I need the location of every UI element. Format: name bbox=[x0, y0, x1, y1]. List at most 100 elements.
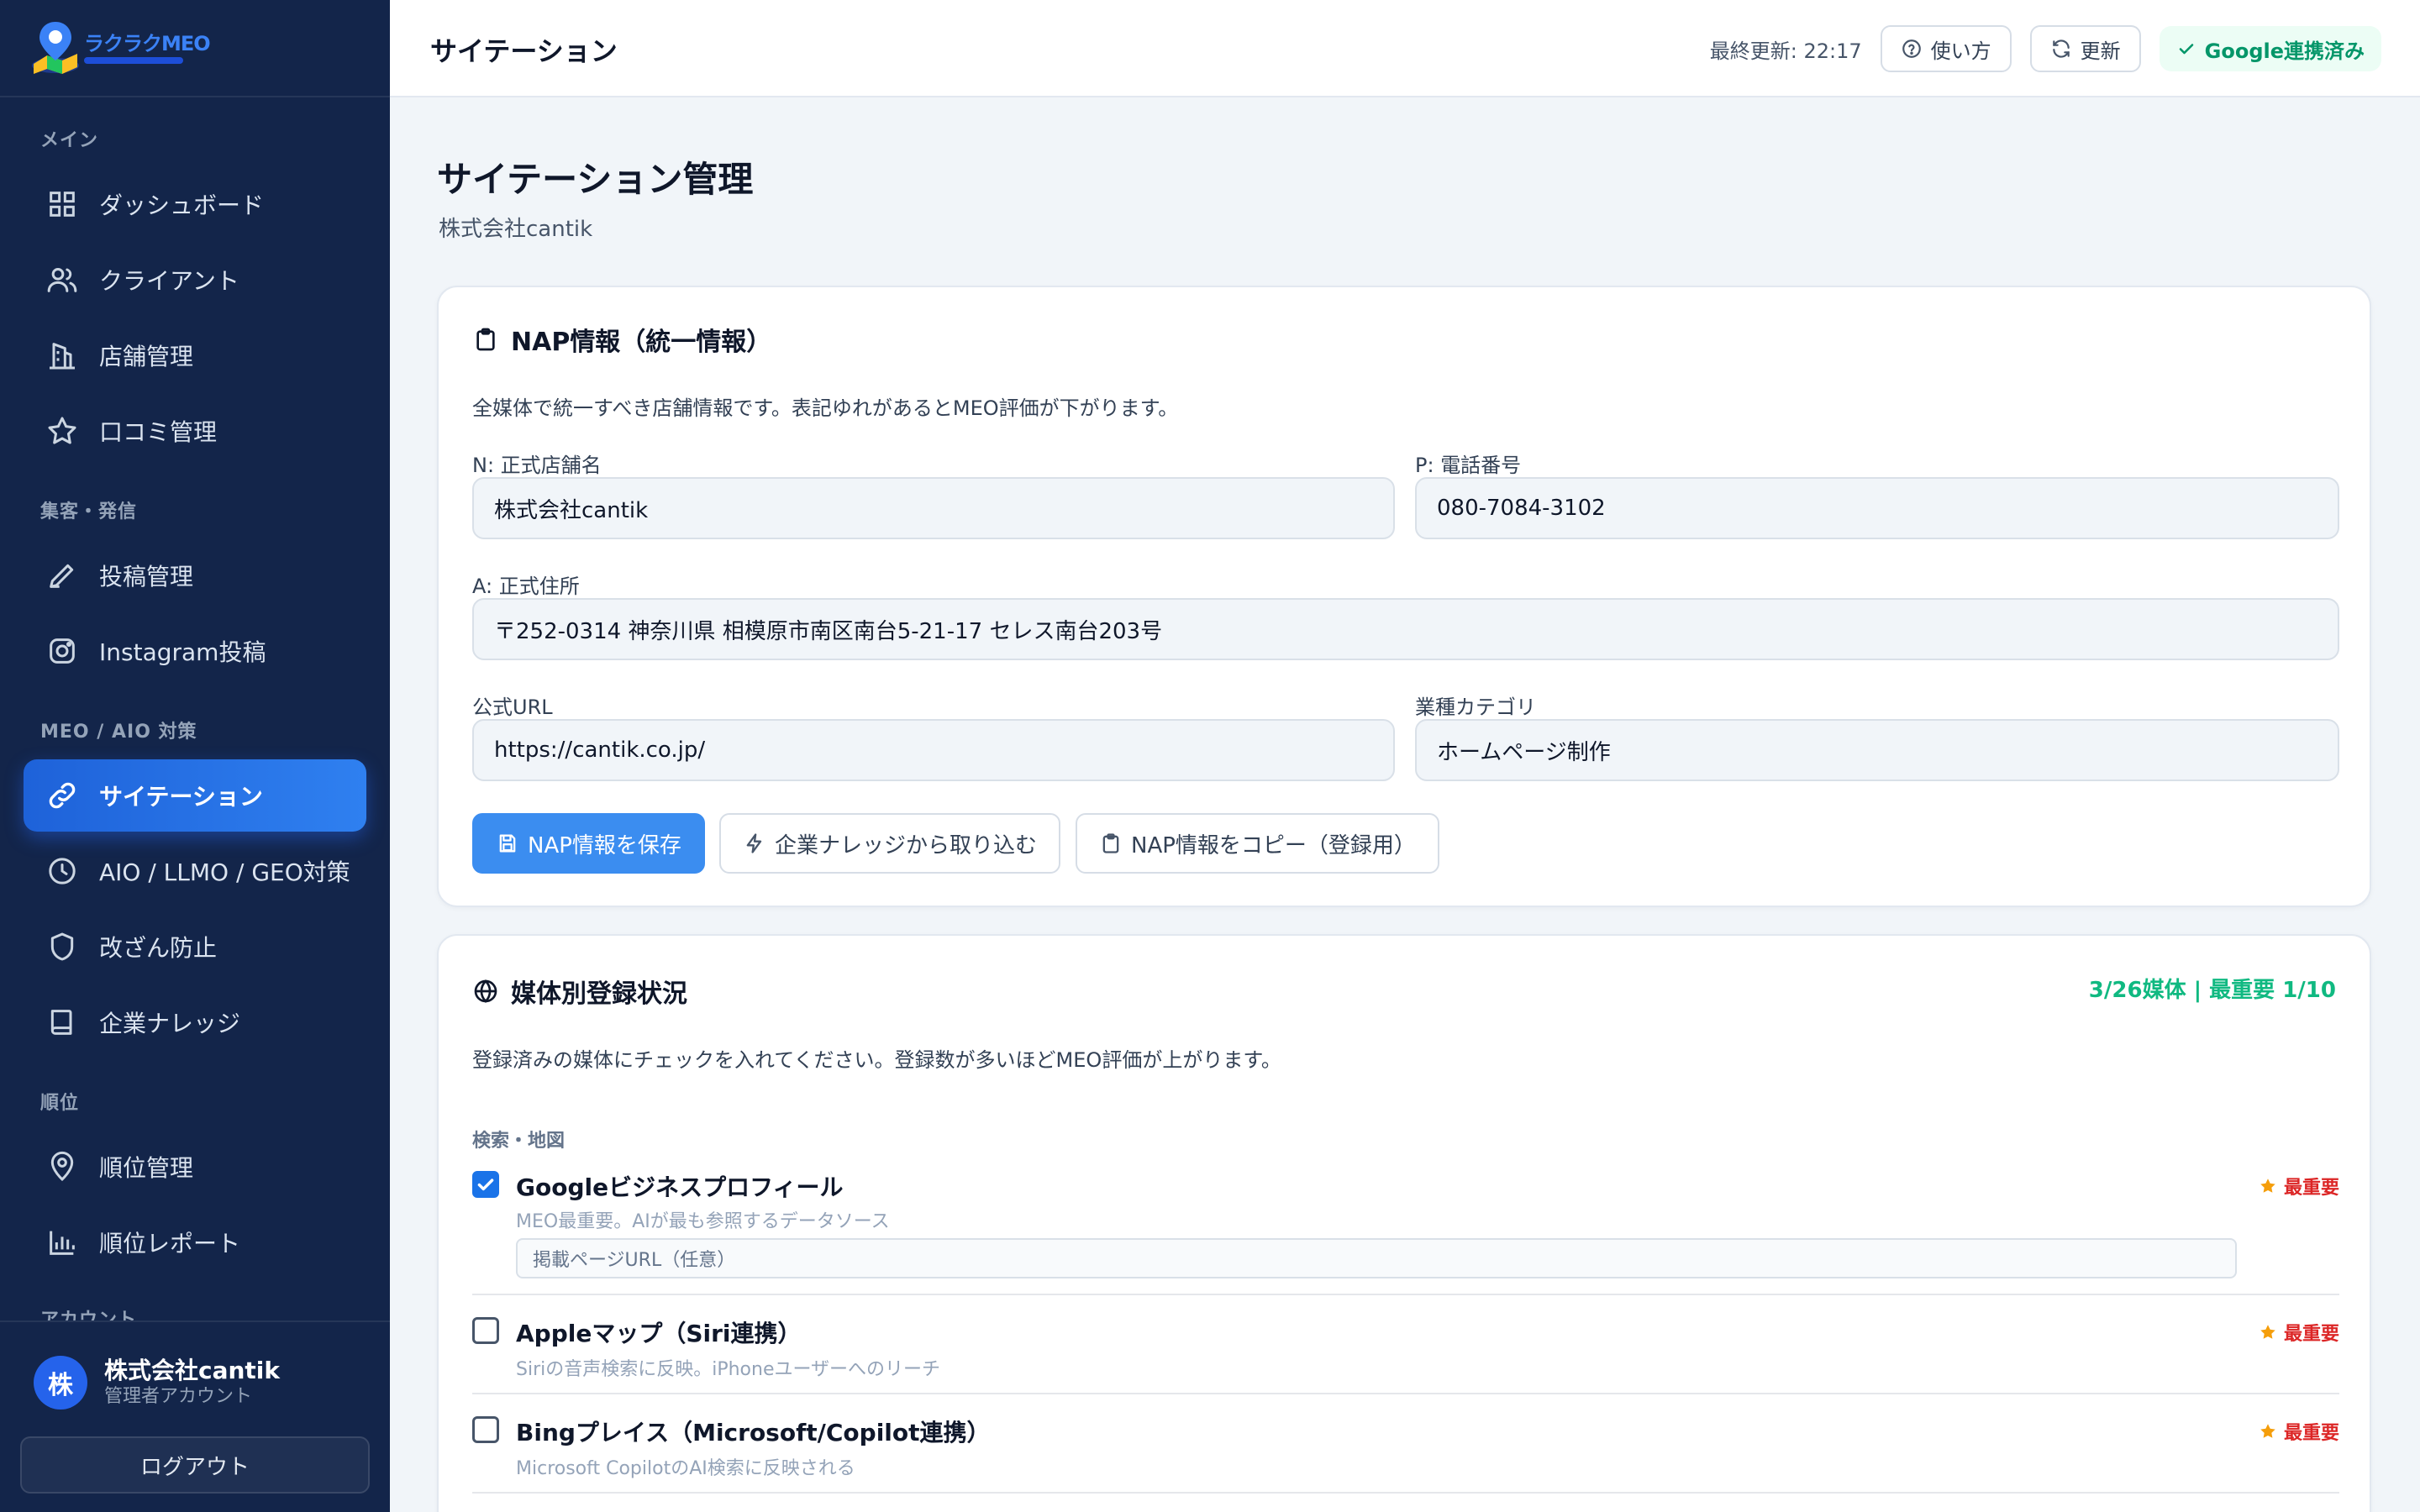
save-nap-button[interactable]: NAP情報を保存 bbox=[472, 813, 705, 874]
google-status-label: Google連携済み bbox=[2204, 39, 2365, 63]
media-name: Appleマップ（Siri連携） bbox=[516, 1320, 802, 1347]
media-card: 媒体別登録状況 3/26媒体 | 最重要 1/10 登録済みの媒体にチェックを入… bbox=[437, 934, 2371, 1512]
sidebar-item-label: Instagram投稿 bbox=[99, 638, 266, 666]
copy-nap-label: NAP情報をコピー（登録用） bbox=[1131, 832, 1416, 858]
topbar-title: サイテーション bbox=[430, 35, 618, 67]
user-panel: 株 株式会社cantik 管理者アカウント ログアウト bbox=[0, 1320, 390, 1512]
logout-button[interactable]: ログアウト bbox=[20, 1436, 370, 1494]
pencil-icon bbox=[45, 559, 79, 592]
media-name: Bingプレイス（Microsoft/Copilot連携） bbox=[516, 1419, 991, 1446]
shield-icon bbox=[45, 930, 79, 963]
category-label: 業種カテゴリ bbox=[1415, 696, 1536, 719]
logo-text: ラクラクMEO bbox=[84, 32, 211, 55]
google-status-badge: Google連携済み bbox=[2159, 26, 2381, 71]
clock-icon bbox=[45, 854, 79, 888]
nav-section-marketing: 集客・発信 bbox=[40, 501, 138, 522]
logo[interactable]: ラクラクMEO bbox=[0, 0, 390, 97]
media-checkbox-google[interactable] bbox=[472, 1171, 499, 1198]
bar-chart-icon bbox=[45, 1226, 79, 1259]
avatar: 株 bbox=[34, 1356, 87, 1410]
star-icon bbox=[2259, 1323, 2277, 1341]
media-description: 登録済みの媒体にチェックを入れてください。登録数が多いほどMEO評価が上がります… bbox=[472, 1048, 1281, 1072]
media-desc: Microsoft CopilotのAI検索に反映される bbox=[516, 1458, 855, 1479]
refresh-button[interactable]: 更新 bbox=[2029, 25, 2141, 72]
star-icon bbox=[45, 414, 79, 448]
nap-description: 全媒体で統一すべき店舗情報です。表記ゆれがあるとMEO評価が下がります。 bbox=[472, 396, 1179, 420]
phone-label: P: 電話番号 bbox=[1415, 454, 1522, 477]
help-label: 使い方 bbox=[1930, 39, 1991, 63]
lightning-icon bbox=[743, 832, 766, 855]
sidebar-item-knowledge[interactable]: 企業ナレッジ bbox=[24, 986, 366, 1058]
sidebar-item-label: 順位レポート bbox=[99, 1230, 241, 1257]
sidebar-item-stores[interactable]: 店舗管理 bbox=[24, 319, 366, 391]
sidebar-item-label: 店舗管理 bbox=[99, 343, 194, 370]
help-circle-icon bbox=[1901, 38, 1923, 60]
user-role: 管理者アカウント bbox=[104, 1386, 253, 1407]
nav-section-account: アカウント bbox=[40, 1310, 138, 1321]
sidebar-item-label: AIO / LLMO / GEO対策 bbox=[99, 858, 350, 886]
help-button[interactable]: 使い方 bbox=[1880, 25, 2012, 72]
last-updated: 最終更新: 22:17 bbox=[1709, 39, 1862, 63]
media-count: 3/26媒体 | 最重要 1/10 bbox=[2088, 978, 2336, 1003]
media-name: Googleビジネスプロフィール bbox=[516, 1173, 844, 1201]
sidebar-item-ranking-report[interactable]: 順位レポート bbox=[24, 1206, 366, 1278]
media-item: Appleマップ（Siri連携） Siriの音声検索に反映。iPhoneユーザー… bbox=[472, 1315, 2339, 1383]
sidebar-item-citation[interactable]: サイテーション bbox=[24, 759, 366, 832]
media-desc: Siriの音声検索に反映。iPhoneユーザーへのリーチ bbox=[516, 1359, 941, 1380]
nav-section-main: メイン bbox=[40, 130, 99, 151]
divider bbox=[472, 1294, 2339, 1295]
instagram-icon bbox=[45, 634, 79, 668]
user-info[interactable]: 株 株式会社cantik 管理者アカウント bbox=[34, 1356, 280, 1410]
media-card-title: 媒体別登録状況 bbox=[511, 979, 687, 1009]
save-icon bbox=[496, 832, 519, 855]
media-desc: MEO最重要。AIが最も参照するデータソース bbox=[516, 1211, 890, 1232]
sidebar-item-label: サイテーション bbox=[99, 783, 263, 811]
sidebar-item-label: 企業ナレッジ bbox=[99, 1010, 241, 1037]
media-group-label: 検索・地図 bbox=[472, 1131, 566, 1152]
user-name: 株式会社cantik bbox=[104, 1357, 281, 1384]
check-icon bbox=[2176, 39, 2196, 59]
sidebar-item-label: クライアント bbox=[99, 267, 239, 295]
sidebar: ラクラクMEO メイン ダッシュボード クライアント 店舗管理 口コミ管理 集客… bbox=[0, 0, 390, 1512]
logo-pin-icon bbox=[29, 18, 82, 77]
sidebar-item-reviews[interactable]: 口コミ管理 bbox=[24, 395, 366, 467]
url-input[interactable]: https://cantik.co.jp/ bbox=[472, 719, 1395, 781]
media-item: Googleビジネスプロフィール MEO最重要。AIが最も参照するデータソース … bbox=[472, 1169, 2339, 1295]
map-pin-icon bbox=[45, 1150, 79, 1184]
nav-section-meo: MEO / AIO 対策 bbox=[40, 722, 197, 743]
import-knowledge-button[interactable]: 企業ナレッジから取り込む bbox=[719, 813, 1061, 874]
page-subtitle: 株式会社cantik bbox=[439, 217, 593, 242]
globe-icon bbox=[472, 978, 499, 1005]
name-label: N: 正式店舗名 bbox=[472, 454, 602, 477]
name-input[interactable]: 株式会社cantik bbox=[472, 477, 1395, 539]
sidebar-item-tamper[interactable]: 改ざん防止 bbox=[24, 911, 366, 983]
nav-section-ranking: 順位 bbox=[40, 1093, 80, 1114]
sidebar-item-aio[interactable]: AIO / LLMO / GEO対策 bbox=[24, 835, 366, 907]
sidebar-item-label: 改ざん防止 bbox=[99, 934, 218, 962]
priority-badge: 最重要 bbox=[2259, 1418, 2339, 1445]
phone-input[interactable]: 080-7084-3102 bbox=[1415, 477, 2339, 539]
priority-badge: 最重要 bbox=[2259, 1319, 2339, 1346]
nap-card-title: NAP情報（統一情報） bbox=[511, 328, 772, 357]
category-input[interactable]: ホームページ制作 bbox=[1415, 719, 2339, 781]
top-bar: サイテーション 最終更新: 22:17 使い方 更新 Google連携済み bbox=[390, 0, 2420, 97]
divider bbox=[472, 1492, 2339, 1494]
copy-nap-button[interactable]: NAP情報をコピー（登録用） bbox=[1076, 813, 1439, 874]
media-checkbox-bing[interactable] bbox=[472, 1416, 499, 1443]
address-label: A: 正式住所 bbox=[472, 575, 580, 598]
import-knowledge-label: 企業ナレッジから取り込む bbox=[775, 832, 1038, 858]
priority-badge: 最重要 bbox=[2259, 1173, 2339, 1200]
sidebar-item-ranking[interactable]: 順位管理 bbox=[24, 1131, 366, 1203]
sidebar-item-dashboard[interactable]: ダッシュボード bbox=[24, 168, 366, 240]
media-url-input[interactable]: 掲載ページURL（任意） bbox=[516, 1238, 2237, 1278]
sidebar-item-instagram[interactable]: Instagram投稿 bbox=[24, 615, 366, 687]
divider bbox=[472, 1393, 2339, 1394]
sidebar-item-label: 順位管理 bbox=[99, 1154, 194, 1182]
nap-card-header: NAP情報（統一情報） bbox=[472, 321, 771, 358]
media-item: Bingプレイス（Microsoft/Copilot連携） Microsoft … bbox=[472, 1415, 2339, 1482]
priority-label: 最重要 bbox=[2283, 1178, 2339, 1199]
address-input[interactable]: 〒252-0314 神奈川県 相模原市南区南台5-21-17 セレス南台203号 bbox=[472, 598, 2339, 660]
sidebar-item-clients[interactable]: クライアント bbox=[24, 244, 366, 316]
sidebar-item-posts[interactable]: 投稿管理 bbox=[24, 539, 366, 612]
media-checkbox-apple[interactable] bbox=[472, 1317, 499, 1344]
